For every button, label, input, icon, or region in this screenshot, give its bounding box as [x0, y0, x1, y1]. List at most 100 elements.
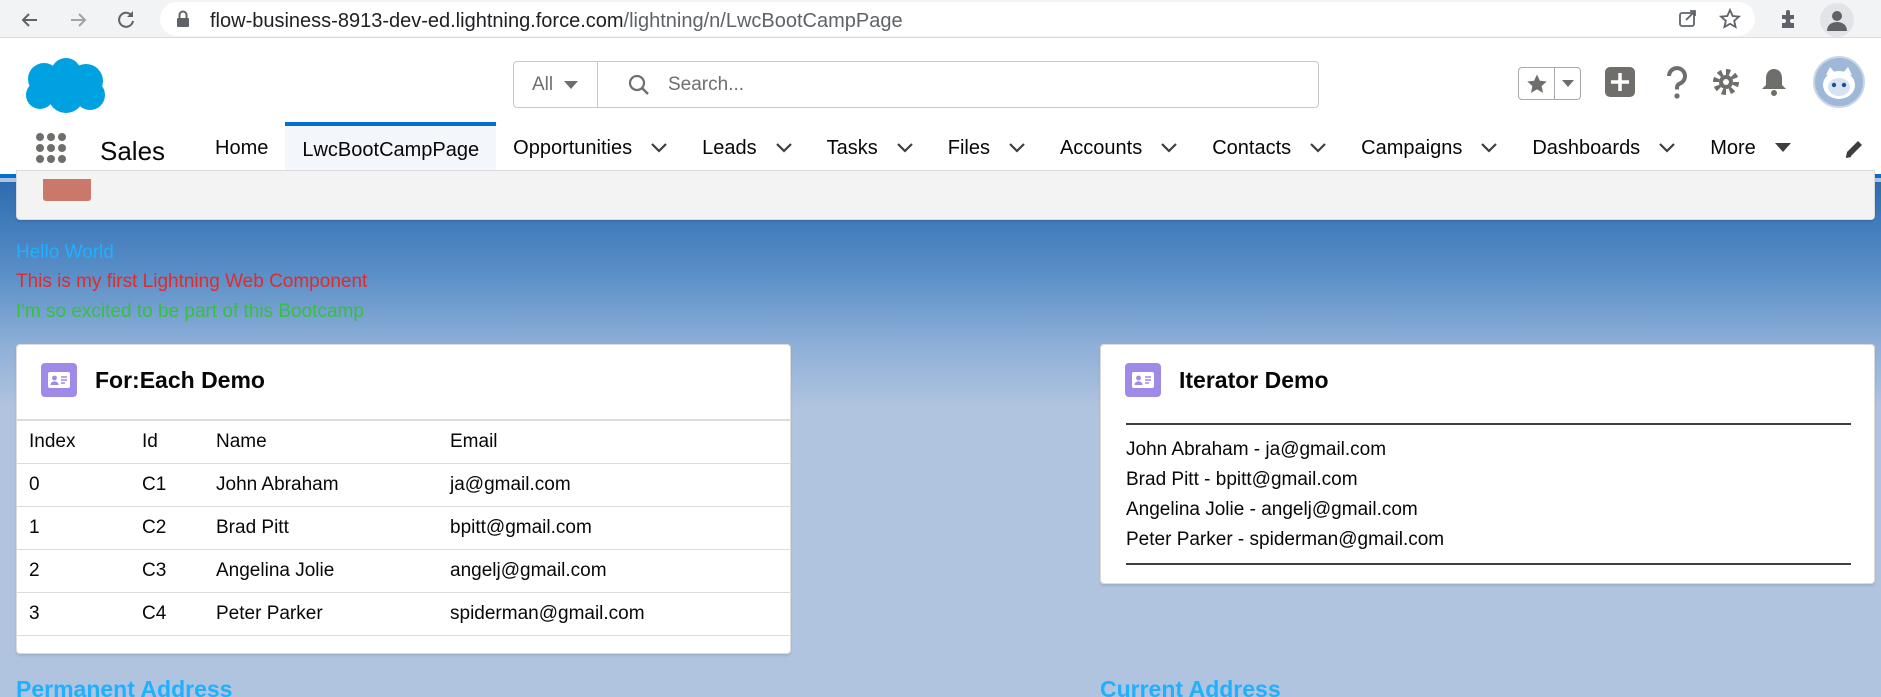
list-item: Brad Pitt - bpitt@gmail.com: [1126, 469, 1358, 490]
table-cell: Brad Pitt: [204, 506, 438, 550]
table-row: 3 C4 Peter Parker spiderman@gmail.com: [17, 592, 790, 636]
nav-item-contacts[interactable]: Contacts: [1195, 122, 1344, 174]
url-host: flow-business-8913-dev-ed.lightning.forc…: [210, 10, 624, 32]
forward-icon[interactable]: [64, 6, 92, 34]
nav-item-campaigns[interactable]: Campaigns: [1344, 122, 1515, 174]
table-row: 1 C2 Brad Pitt bpitt@gmail.com: [17, 506, 790, 550]
first-lwc-text: This is my first Lightning Web Component: [16, 271, 368, 292]
table-cell: ja@gmail.com: [438, 463, 790, 507]
nav-item-label: LwcBootCampPage: [302, 138, 480, 161]
notifications-bell-icon[interactable]: [1760, 66, 1788, 103]
nav-item-label: Campaigns: [1361, 136, 1463, 159]
foreach-demo-card: For:Each Demo Index Id Name Email 0 C1 J…: [16, 344, 791, 654]
nav-item-opportunities[interactable]: Opportunities: [496, 122, 685, 174]
nav-item-lwcbootcamppage[interactable]: LwcBootCampPage: [285, 122, 497, 174]
chevron-down-icon[interactable]: [896, 137, 914, 160]
contacts-table: Index Id Name Email 0 C1 John Abraham ja…: [17, 419, 790, 636]
nav-item-files[interactable]: Files: [931, 122, 1043, 174]
list-item: Peter Parker - spiderman@gmail.com: [1126, 529, 1445, 550]
nav-tabs: Home LwcBootCampPage Opportunities Leads…: [198, 122, 1809, 174]
permanent-address-heading: Permanent Address: [16, 676, 233, 697]
table-row: 0 C1 John Abraham ja@gmail.com: [17, 463, 790, 507]
global-header: All: [0, 38, 1881, 122]
chevron-down-icon[interactable]: [1480, 137, 1498, 160]
global-search: All: [513, 61, 1319, 108]
contact-card-icon: [1125, 363, 1161, 397]
chevron-down-icon[interactable]: [1008, 137, 1026, 160]
table-cell: 1: [17, 506, 130, 550]
contact-card-icon: [41, 363, 77, 397]
table-cell: C3: [130, 549, 204, 593]
favorites-group: [1518, 67, 1581, 100]
salesforce-logo[interactable]: [20, 55, 108, 122]
favorites-star-icon[interactable]: [1519, 68, 1555, 99]
table-cell: 3: [17, 592, 130, 636]
nav-item-label: Contacts: [1212, 136, 1292, 159]
current-address-heading: Current Address: [1100, 676, 1281, 697]
chevron-down-icon[interactable]: [1658, 137, 1676, 160]
nav-item-label: Home: [215, 136, 269, 159]
nav-item-home[interactable]: Home: [198, 122, 285, 174]
iterator-list: John Abraham - ja@gmail.com Brad Pitt - …: [1126, 423, 1851, 565]
caret-down-icon[interactable]: [1774, 137, 1792, 160]
table-cell: spiderman@gmail.com: [438, 592, 790, 636]
table-cell: bpitt@gmail.com: [438, 506, 790, 550]
url-text: flow-business-8913-dev-ed.lightning.forc…: [210, 10, 903, 33]
search-scope-dropdown[interactable]: All: [514, 62, 598, 107]
reload-icon[interactable]: [112, 6, 140, 34]
iterator-demo-card: Iterator Demo John Abraham - ja@gmail.co…: [1100, 344, 1875, 584]
app-launcher-icon[interactable]: [36, 130, 66, 166]
nav-item-label: Opportunities: [513, 136, 633, 159]
nav-item-label: Dashboards: [1532, 136, 1641, 159]
address-bar[interactable]: flow-business-8913-dev-ed.lightning.forc…: [160, 2, 1755, 36]
help-icon[interactable]: [1664, 66, 1690, 105]
setup-gear-icon[interactable]: [1710, 66, 1742, 103]
nav-item-accounts[interactable]: Accounts: [1043, 122, 1195, 174]
table-cell: C4: [130, 592, 204, 636]
chevron-down-icon: [563, 74, 579, 96]
column-header: Name: [204, 419, 438, 464]
back-icon[interactable]: [16, 6, 44, 34]
column-header: Email: [438, 419, 790, 464]
column-header: Id: [130, 419, 204, 464]
card-title: Iterator Demo: [1179, 366, 1329, 393]
table-cell: 2: [17, 549, 130, 593]
table-cell: 0: [17, 463, 130, 507]
bookmark-star-icon[interactable]: [1718, 7, 1742, 35]
share-icon[interactable]: [1677, 8, 1699, 35]
browser-toolbar: flow-business-8913-dev-ed.lightning.forc…: [0, 0, 1881, 38]
user-avatar[interactable]: [1813, 56, 1865, 108]
nav-item-label: Files: [947, 136, 990, 159]
favorites-list-dropdown-icon[interactable]: [1555, 68, 1580, 99]
extensions-icon[interactable]: [1776, 6, 1802, 37]
chevron-down-icon[interactable]: [1309, 137, 1327, 160]
table-header-row: Index Id Name Email: [17, 419, 790, 464]
hello-world-text: Hello World: [16, 242, 114, 263]
table-cell: John Abraham: [204, 463, 438, 507]
nav-item-dashboards[interactable]: Dashboards: [1515, 122, 1693, 174]
url-path: /lightning/n/LwcBootCampPage: [623, 10, 903, 32]
table-cell: C1: [130, 463, 204, 507]
chevron-down-icon[interactable]: [775, 137, 793, 160]
nav-item-label: Accounts: [1059, 136, 1143, 159]
global-actions-icon[interactable]: [1604, 66, 1636, 103]
page-header: [16, 170, 1875, 220]
browser-profile-icon[interactable]: [1820, 3, 1854, 37]
chevron-down-icon[interactable]: [650, 137, 668, 160]
list-item: Angelina Jolie - angelj@gmail.com: [1126, 499, 1418, 520]
search-icon: [628, 74, 650, 101]
nav-item-label: More: [1710, 136, 1756, 159]
nav-item-more[interactable]: More: [1693, 122, 1809, 174]
app-name: Sales: [100, 136, 166, 166]
search-scope-label: All: [531, 73, 554, 95]
page-header-icon: [43, 179, 91, 201]
lock-icon: [176, 10, 190, 33]
nav-item-label: Leads: [702, 136, 757, 159]
bootcamp-text: I'm so excited to be part of this Bootca…: [16, 301, 364, 322]
edit-nav-pencil-icon[interactable]: [1843, 138, 1865, 165]
chevron-down-icon[interactable]: [1160, 137, 1178, 160]
nav-item-leads[interactable]: Leads: [685, 122, 810, 174]
search-field[interactable]: [598, 62, 1318, 107]
nav-item-tasks[interactable]: Tasks: [810, 122, 931, 174]
search-input[interactable]: [668, 72, 1268, 98]
